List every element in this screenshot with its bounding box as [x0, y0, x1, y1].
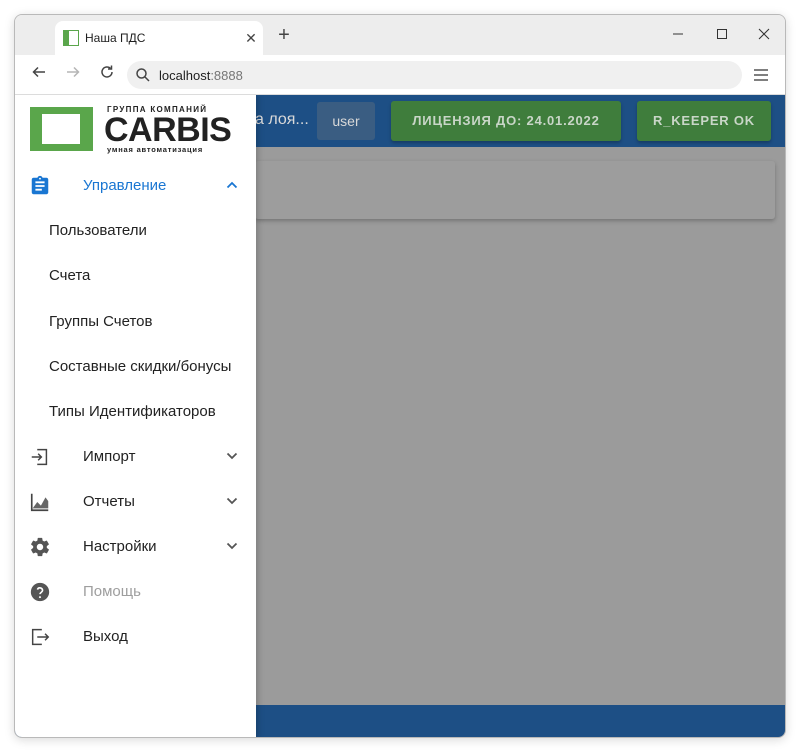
- menu-label-logout: Выход: [83, 628, 128, 645]
- chevron-down-icon: [226, 542, 238, 550]
- tab-close-icon[interactable]: ✕: [239, 30, 263, 47]
- user-button[interactable]: user: [317, 102, 375, 140]
- carbis-logo: ГРУППА КОМПАНИЙ CARBIS умная автоматизац…: [30, 105, 232, 154]
- chart-icon: [30, 493, 49, 512]
- back-button[interactable]: [27, 63, 51, 87]
- submenu-label: Составные скидки/бонусы: [49, 358, 232, 375]
- gear-icon: [31, 537, 49, 557]
- chevron-up-icon: [226, 181, 238, 189]
- submenu-label: Типы Идентификаторов: [49, 403, 216, 420]
- browser-toolbar: localhost:8888: [15, 55, 785, 95]
- app-title: а лоя...: [255, 111, 309, 128]
- tab-strip: Наша ПДС ✕ +: [15, 15, 785, 55]
- minimize-icon: [673, 33, 683, 35]
- submenu-item-accounts[interactable]: Счета: [15, 253, 256, 298]
- url-port: :8888: [210, 67, 243, 83]
- logout-icon: [31, 628, 50, 646]
- search-icon: [136, 68, 150, 82]
- clipboard-icon: [31, 175, 49, 195]
- menu-item-logout[interactable]: Выход: [15, 614, 256, 659]
- content-card: [255, 161, 775, 219]
- submenu-label: Пользователи: [49, 222, 147, 239]
- navigation-drawer: ГРУППА КОМПАНИЙ CARBIS умная автоматизац…: [15, 95, 256, 737]
- logo-sub-text: умная автоматизация: [107, 145, 204, 154]
- menu-item-reports[interactable]: Отчеты: [15, 479, 256, 524]
- menu-item-help[interactable]: Помощь: [15, 569, 256, 614]
- url-host: localhost: [159, 67, 211, 83]
- rkeeper-status-button[interactable]: R_KEEPER OK: [637, 101, 771, 141]
- browser-window: Наша ПДС ✕ + localhost:8888 а лоя... us…: [14, 14, 786, 738]
- submenu-item-identifier-types[interactable]: Типы Идентификаторов: [15, 389, 256, 434]
- menu-item-import[interactable]: Импорт: [15, 434, 256, 479]
- logo-main-text: CARBIS: [104, 111, 232, 149]
- address-bar[interactable]: localhost:8888: [127, 61, 742, 89]
- close-window-button[interactable]: [749, 25, 779, 45]
- page-content: а лоя... user ЛИЦЕНЗИЯ ДО: 24.01.2022 R_…: [15, 95, 785, 737]
- arrow-left-icon: [32, 66, 45, 78]
- submenu-item-users[interactable]: Пользователи: [15, 208, 256, 253]
- menu-label-help: Помощь: [83, 583, 141, 600]
- close-icon: [758, 28, 770, 40]
- import-icon: [31, 448, 48, 466]
- submenu-item-composite-discounts[interactable]: Составные скидки/бонусы: [15, 344, 256, 389]
- tab-title: Наша ПДС: [85, 31, 146, 45]
- minimize-button[interactable]: [663, 25, 693, 45]
- license-button[interactable]: ЛИЦЕНЗИЯ ДО: 24.01.2022: [391, 101, 621, 141]
- menu-label-settings: Настройки: [83, 538, 157, 555]
- favicon-icon: [63, 30, 79, 46]
- browser-menu-icon[interactable]: [751, 65, 771, 85]
- maximize-button[interactable]: [707, 25, 737, 45]
- browser-tab[interactable]: Наша ПДС ✕: [55, 21, 263, 55]
- menu-label-management: Управление: [83, 177, 167, 194]
- chevron-down-icon: [226, 497, 238, 505]
- forward-button[interactable]: [61, 63, 85, 87]
- arrow-right-icon: [67, 66, 80, 78]
- new-tab-button[interactable]: +: [273, 25, 295, 45]
- reload-button[interactable]: [95, 63, 119, 87]
- maximize-icon: [717, 29, 727, 39]
- submenu-label: Счета: [49, 267, 91, 284]
- chevron-down-icon: [226, 452, 238, 460]
- reload-icon: [101, 65, 113, 78]
- menu-label-import: Импорт: [83, 448, 136, 465]
- menu-item-settings[interactable]: Настройки: [15, 524, 256, 569]
- submenu-item-account-groups[interactable]: Группы Счетов: [15, 299, 256, 344]
- submenu-label: Группы Счетов: [49, 313, 153, 330]
- help-icon: [30, 582, 50, 602]
- menu-item-management[interactable]: Управление: [15, 163, 256, 208]
- menu-label-reports: Отчеты: [83, 493, 135, 510]
- logo-mark: [30, 107, 93, 151]
